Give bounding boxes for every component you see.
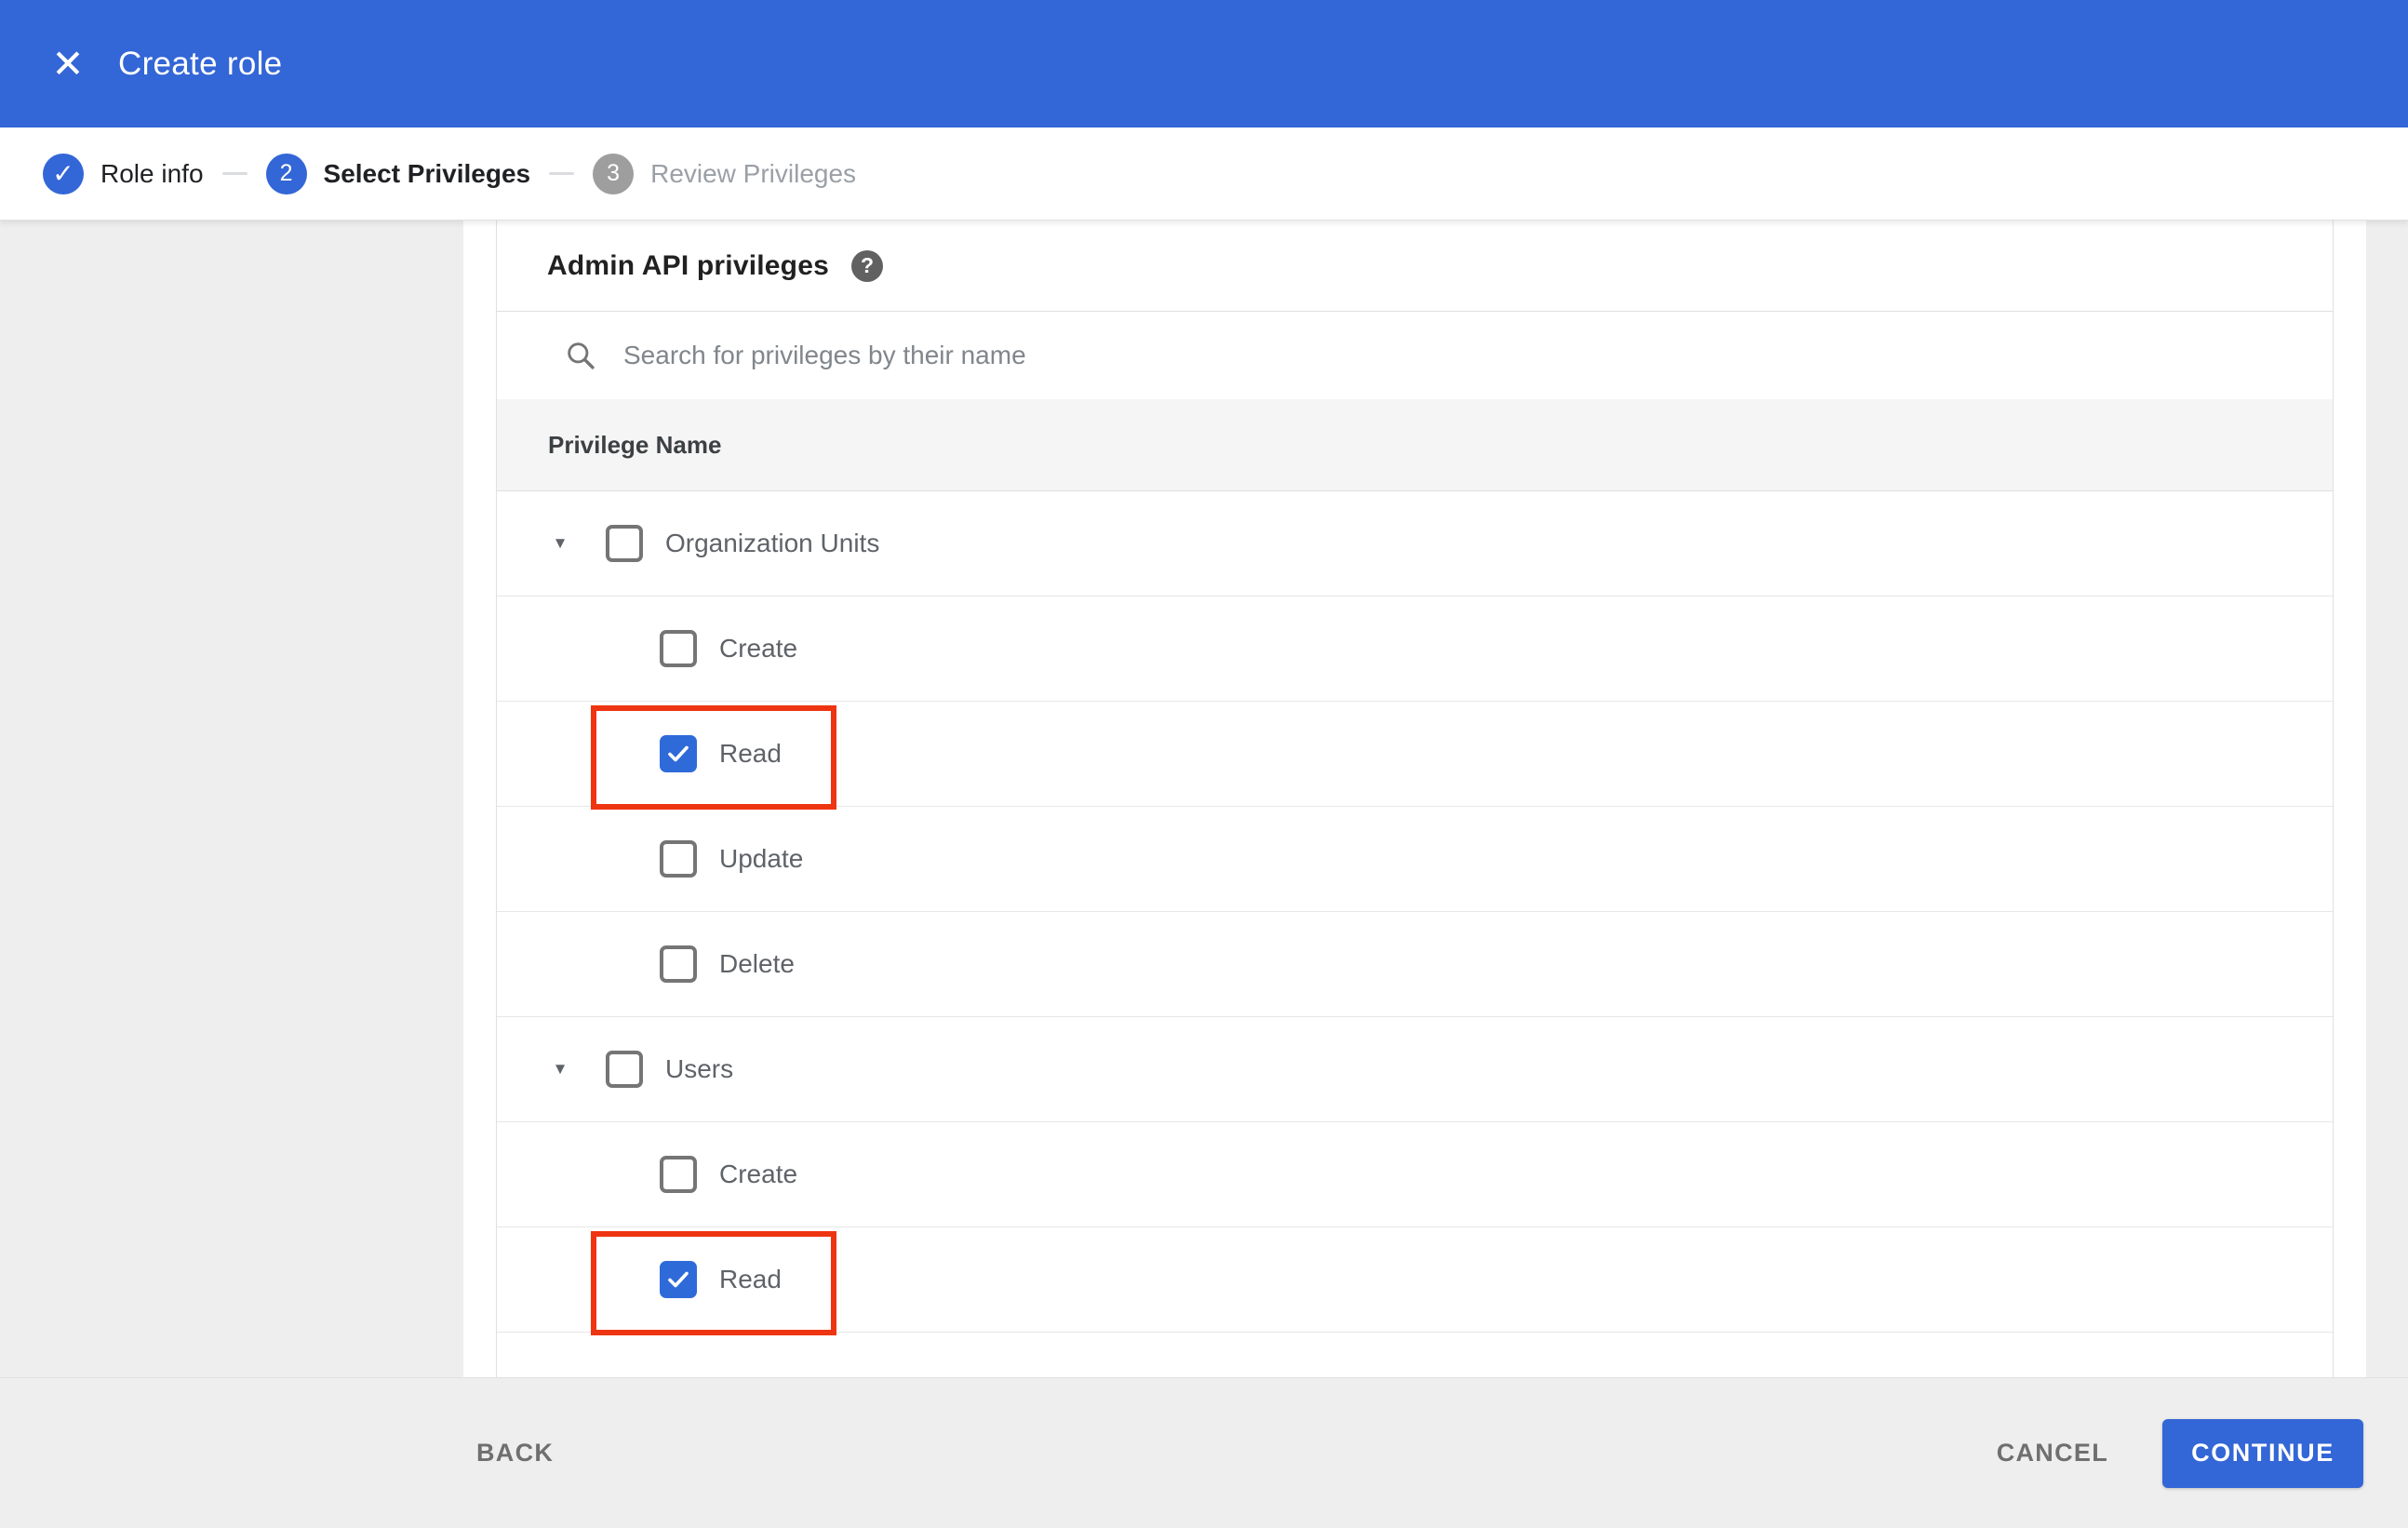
privilege-row: Read [497,702,2333,810]
footer-bar: BACK CANCEL CONTINUE [0,1377,2408,1528]
privilege-label: Delete [719,949,795,978]
step-connector [221,172,247,175]
stepper: ✓ Role info 2 Select Privileges 3 Review… [0,127,2408,221]
step-review-privileges[interactable]: 3 Review Privileges [593,153,857,194]
step-label: Role info [100,158,204,188]
checkmark-icon [668,745,689,762]
panel-heading-row: Admin API privileges ? [497,221,2333,312]
privilege-rows: ▼ Organization Units Create Read Update … [497,491,2333,1335]
privilege-checkbox[interactable] [660,840,697,878]
privilege-checkbox[interactable] [660,735,697,772]
privileges-card: Admin API privileges ? Privilege Name ▼ … [463,221,2366,1377]
expander-triangle-icon[interactable]: ▼ [550,1060,570,1079]
step-select-privileges[interactable]: 2 Select Privileges [265,153,531,194]
privilege-label: Update [719,844,804,873]
step-number-badge: 3 [593,153,635,194]
step-role-info[interactable]: ✓ Role info [43,153,204,194]
back-button[interactable]: BACK [476,1439,554,1468]
search-input[interactable] [623,341,1740,370]
privilege-checkbox[interactable] [660,945,697,983]
privilege-row: ▼ Users [497,1017,2333,1122]
privilege-checkbox[interactable] [660,1156,697,1193]
step-label: Select Privileges [323,158,531,188]
content-area: Admin API privileges ? Privilege Name ▼ … [0,221,2408,1377]
privilege-checkbox[interactable] [606,1051,643,1088]
privilege-label: Users [665,1054,734,1083]
continue-button[interactable]: CONTINUE [2162,1418,2363,1488]
privilege-checkbox[interactable] [606,525,643,562]
step-completed-check-icon: ✓ [43,153,84,194]
checkmark-icon [668,1271,689,1288]
highlight-box [591,1231,836,1335]
privilege-label: Read [719,1265,782,1293]
app-bar: ✕ Create role [0,0,2408,127]
privilege-row: Update [497,807,2333,912]
help-icon[interactable]: ? [850,249,883,282]
step-number-badge: 2 [265,153,307,194]
privilege-row: Delete [497,912,2333,1017]
privilege-label: Read [719,739,782,768]
privilege-row: Create [497,596,2333,702]
privilege-row: ▼ Organization Units [497,491,2333,596]
close-icon[interactable]: ✕ [42,38,94,90]
privilege-checkbox[interactable] [660,630,697,667]
step-label: Review Privileges [650,158,857,188]
privilege-label: Create [719,1159,798,1188]
table-column-header: Privilege Name [497,399,2333,491]
privilege-row: Read [497,1227,2333,1335]
search-icon [568,342,595,369]
privileges-panel: Admin API privileges ? Privilege Name ▼ … [496,221,2334,1377]
search-row [497,312,2333,399]
cancel-button[interactable]: CANCEL [1997,1439,2108,1468]
footer-actions: CANCEL CONTINUE [1997,1418,2363,1488]
privilege-label: Create [719,634,798,663]
privilege-row: Create [497,1122,2333,1227]
dialog-title: Create role [118,45,283,82]
panel-heading: Admin API privileges [547,249,829,281]
expander-triangle-icon[interactable]: ▼ [550,534,570,553]
highlight-box [591,705,836,810]
step-connector [549,172,575,175]
privilege-checkbox[interactable] [660,1261,697,1298]
privilege-label: Organization Units [665,529,880,557]
